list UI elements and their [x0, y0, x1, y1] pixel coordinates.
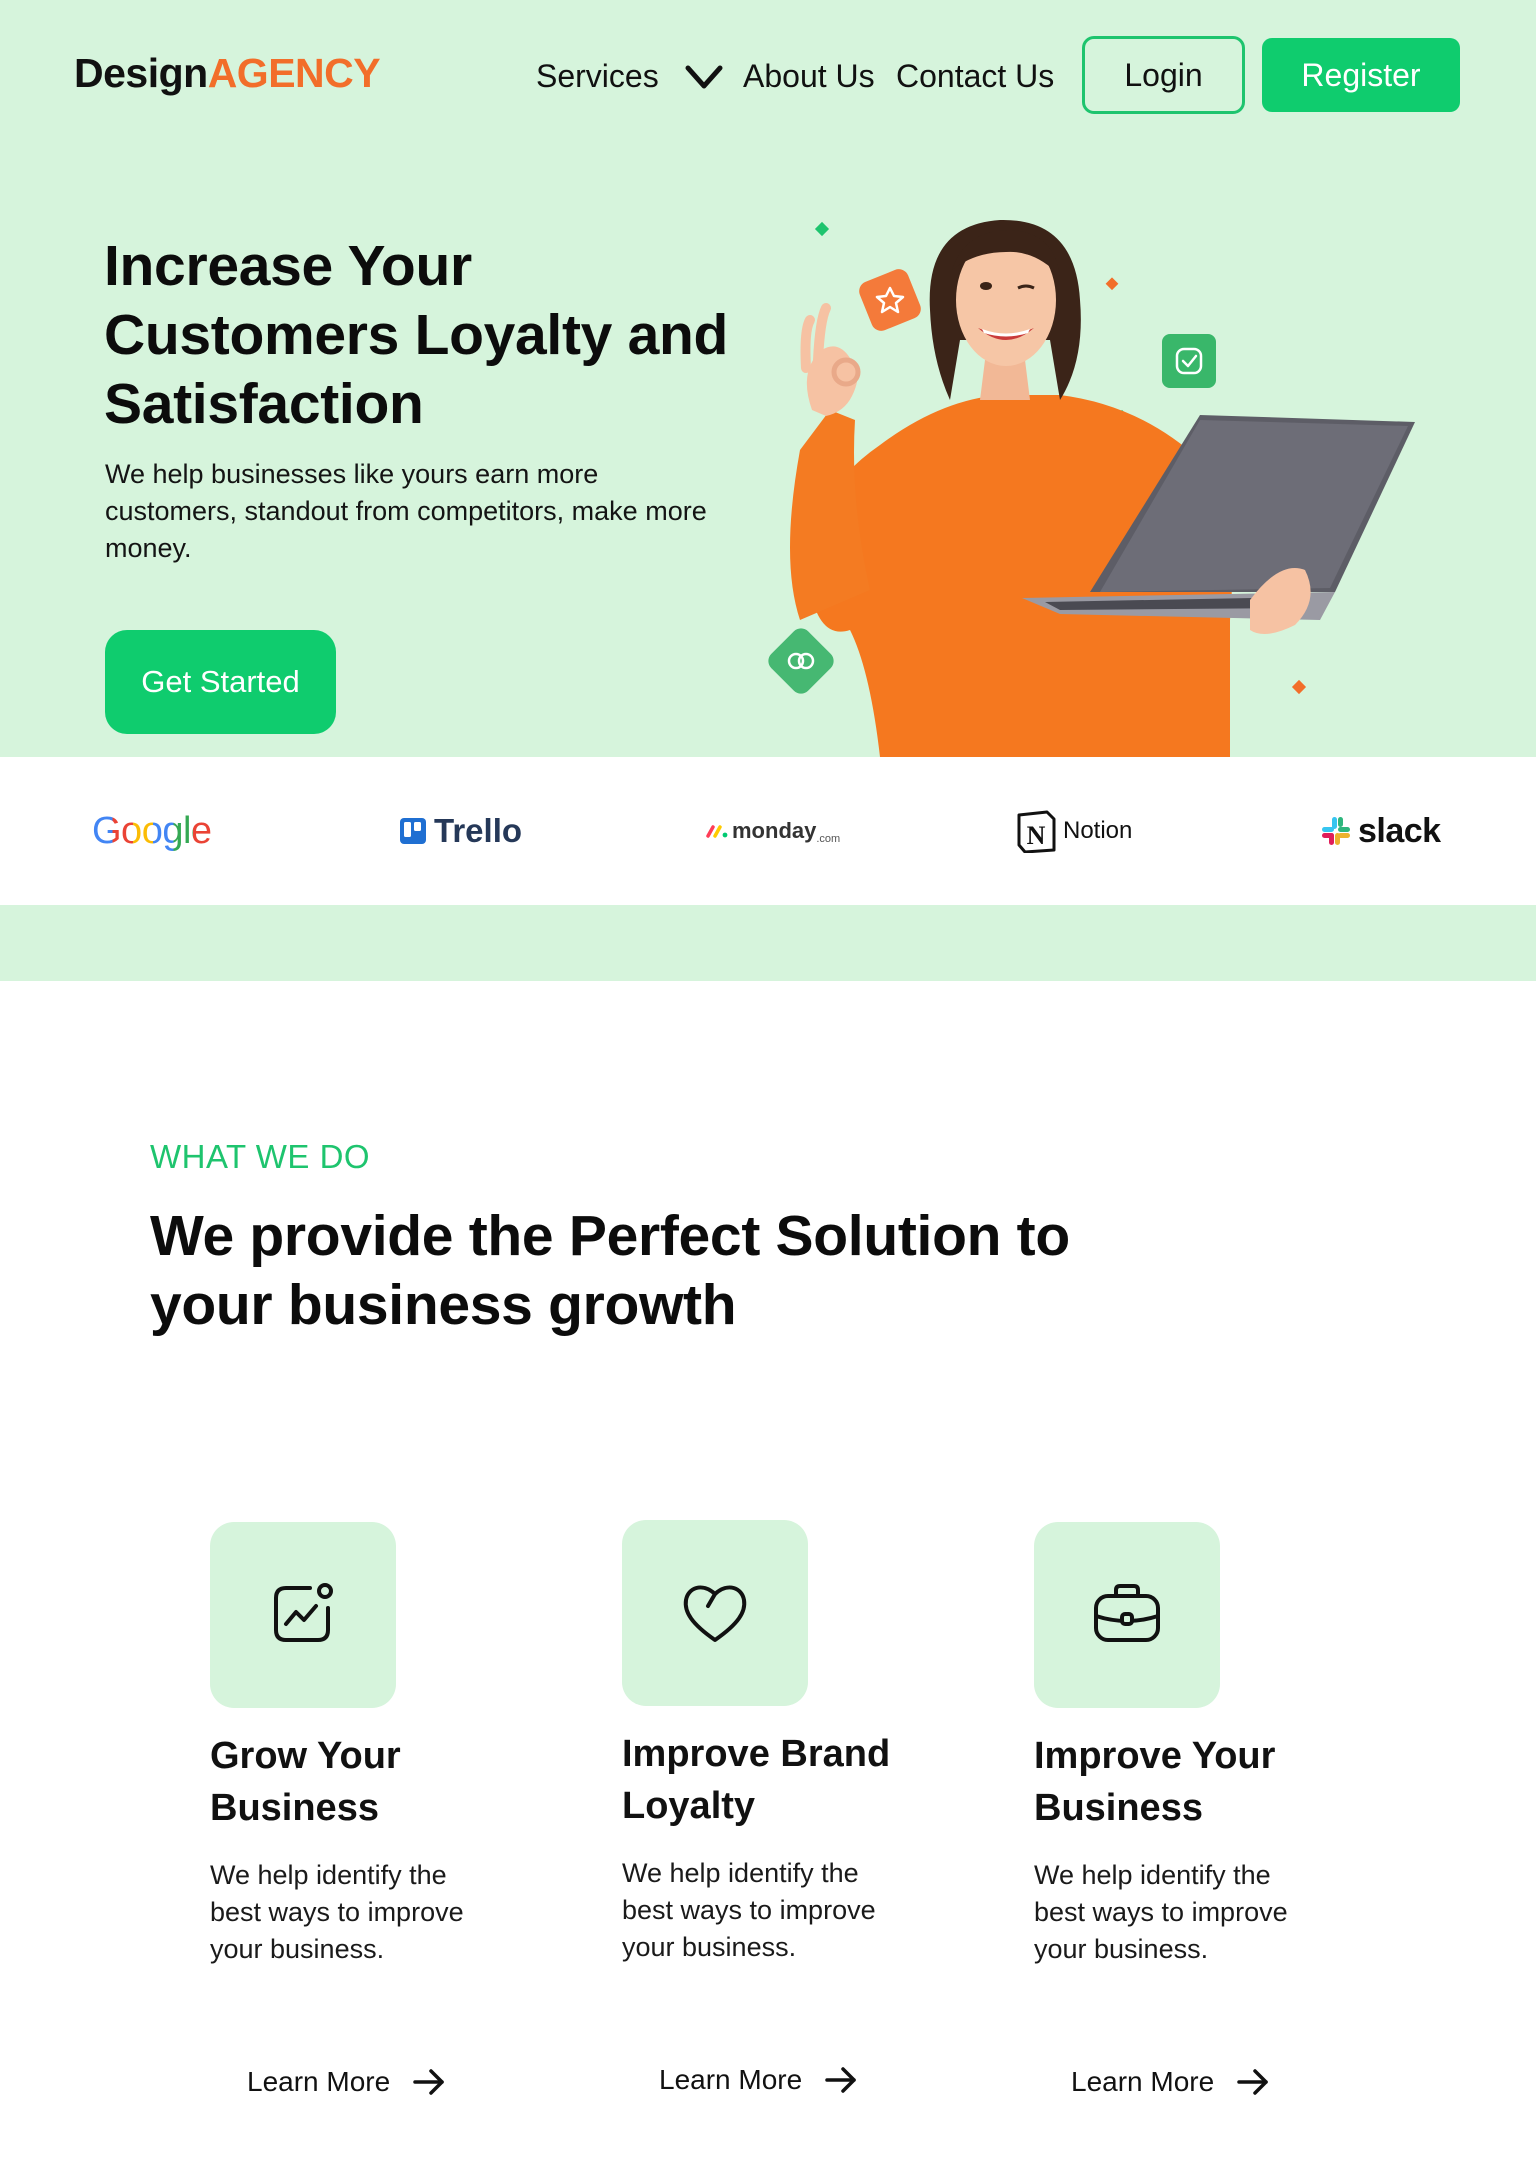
nav-contact-link[interactable]: Contact Us — [896, 56, 1054, 96]
card-icon-box — [1034, 1522, 1220, 1708]
notion-icon: N — [1017, 810, 1056, 853]
card-text: We help identify the best ways to improv… — [622, 1858, 876, 1962]
notion-logo-text: Notion — [1063, 817, 1133, 844]
get-started-button[interactable]: Get Started — [105, 630, 336, 734]
arrow-right-icon — [825, 2067, 856, 2093]
link-badge-icon — [768, 628, 834, 694]
monday-logo: monday .com — [706, 801, 840, 861]
trello-logo-text: Trello — [434, 812, 523, 849]
card-icon-box — [622, 1520, 808, 1706]
card-text: We help identify the best ways to improv… — [1034, 1860, 1288, 1964]
service-card: Grow Your Business We help identify the … — [210, 1522, 550, 2142]
nav-services-link[interactable]: Services — [536, 56, 659, 96]
learn-more-link[interactable]: Learn More — [1071, 2066, 1270, 2098]
card-text: We help identify the best ways to improv… — [210, 1860, 464, 1964]
star-badge-icon — [859, 269, 921, 331]
hero-woman-laptop-image — [768, 219, 1415, 757]
monday-logo-text: monday — [732, 818, 817, 843]
slack-logo-text: slack — [1358, 811, 1441, 850]
slack-logo: slack — [1320, 801, 1441, 861]
notion-logo: N Notion — [1015, 801, 1132, 861]
briefcase-icon — [1094, 1584, 1160, 1642]
arrow-right-icon — [413, 2069, 444, 2095]
divider-band — [0, 905, 1536, 981]
monday-icon — [706, 825, 728, 838]
hero-section: DesignAGENCY Services About Us Contact U… — [0, 0, 1536, 757]
check-badge-icon — [1162, 334, 1216, 388]
google-logo: Google — [92, 801, 212, 861]
slack-icon — [1322, 817, 1350, 845]
learn-more-label: Learn More — [659, 2064, 803, 2095]
chevron-down-icon[interactable] — [684, 58, 724, 94]
learn-more-label: Learn More — [247, 2066, 391, 2097]
card-title: Improve Brand Loyalty — [622, 1733, 891, 1827]
service-card: Improve Your Business We help identify t… — [1034, 1522, 1374, 2142]
nav-about-link[interactable]: About Us — [743, 56, 875, 96]
card-title: Improve Your Business — [1034, 1735, 1276, 1829]
section-eyebrow: WHAT WE DO — [150, 1138, 371, 1175]
google-logo-text: Google — [92, 809, 212, 852]
section-title: We provide the Perfect Solution to your … — [150, 1204, 1070, 1337]
trello-icon — [400, 818, 426, 844]
monday-logo-suffix: .com — [816, 833, 841, 845]
hero-subtitle: We help businesses like yours earn more … — [105, 459, 707, 563]
learn-more-label: Learn More — [1071, 2066, 1215, 2097]
login-button[interactable]: Login — [1082, 36, 1245, 114]
card-icon-box — [210, 1522, 396, 1708]
service-card: Improve Brand Loyalty We help identify t… — [622, 1520, 962, 2140]
svg-text:N: N — [1027, 821, 1046, 850]
register-button[interactable]: Register — [1262, 38, 1460, 112]
learn-more-link[interactable]: Learn More — [247, 2066, 446, 2098]
learn-more-link[interactable]: Learn More — [659, 2064, 858, 2096]
card-title: Grow Your Business — [210, 1735, 401, 1829]
partner-logos: Google Trello monday .com N Notion slack — [0, 757, 1536, 905]
growth-chart-icon — [274, 1583, 333, 1642]
arrow-right-icon — [1237, 2069, 1268, 2095]
trello-logo: Trello — [400, 801, 522, 861]
hero-title: Increase Your Customers Loyalty and Sati… — [104, 234, 729, 436]
heart-icon — [683, 1585, 747, 1642]
